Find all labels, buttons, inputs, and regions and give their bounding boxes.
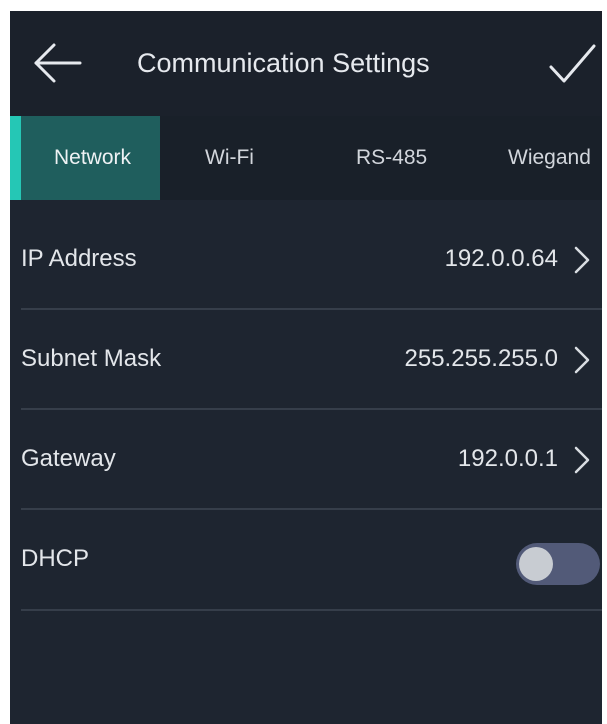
- gateway-label: Gateway: [21, 445, 116, 472]
- subnet-mask-value: 255.255.255.0: [404, 345, 558, 372]
- back-button[interactable]: [32, 41, 84, 85]
- ip-address-row[interactable]: IP Address 192.0.0.64: [10, 210, 602, 310]
- confirm-button[interactable]: [547, 41, 597, 87]
- subnet-mask-row[interactable]: Subnet Mask 255.255.255.0: [10, 310, 602, 410]
- chevron-right-icon: [574, 346, 590, 374]
- communication-settings-screen: Communication Settings Network Wi-Fi RS-…: [10, 11, 602, 724]
- chevron-right-icon: [574, 246, 590, 274]
- dhcp-toggle[interactable]: [516, 543, 600, 585]
- arrow-left-icon: [34, 43, 82, 83]
- dhcp-row: DHCP: [10, 510, 602, 610]
- toggle-knob: [519, 547, 553, 581]
- ip-address-label: IP Address: [21, 245, 137, 272]
- page-title: Communication Settings: [137, 48, 430, 78]
- tab-wifi[interactable]: Wi-Fi: [205, 116, 254, 200]
- subnet-mask-label: Subnet Mask: [21, 345, 162, 372]
- divider: [21, 609, 602, 611]
- dhcp-label: DHCP: [21, 545, 90, 572]
- active-tab-indicator: [10, 116, 21, 200]
- tab-rs485[interactable]: RS-485: [356, 116, 427, 200]
- gateway-value: 192.0.0.1: [457, 445, 558, 472]
- checkmark-icon: [549, 44, 596, 83]
- tab-bar: Network Wi-Fi RS-485 Wiegand: [10, 116, 602, 200]
- header-bar: Communication Settings: [10, 11, 602, 116]
- tab-wiegand[interactable]: Wiegand: [508, 116, 591, 200]
- ip-address-value: 192.0.0.64: [444, 245, 558, 272]
- tab-network[interactable]: Network: [10, 116, 160, 200]
- chevron-right-icon: [574, 446, 590, 474]
- gateway-row[interactable]: Gateway 192.0.0.1: [10, 410, 602, 510]
